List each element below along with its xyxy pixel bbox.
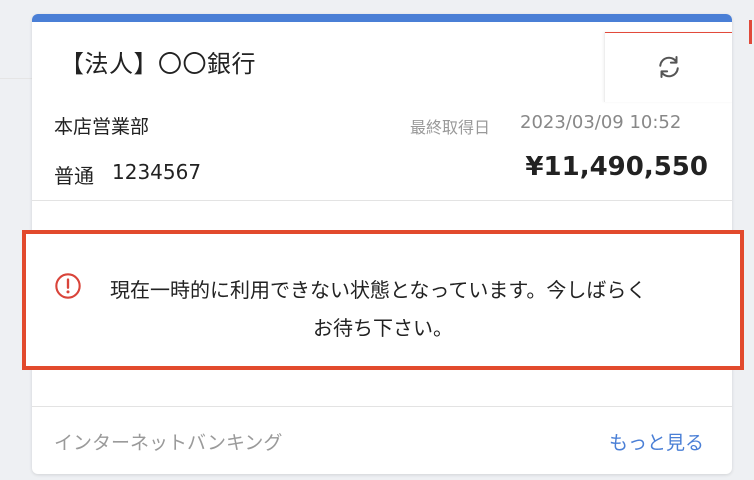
account-type: 普通 [54, 164, 94, 188]
last-fetched-label: 最終取得日 [410, 118, 491, 137]
internet-banking-label: インターネットバンキング [54, 432, 283, 454]
stage: 【法人】〇〇銀行 本店営業部 最終取得日 2023/03/09 10:52 普通… [0, 0, 754, 480]
divider [32, 200, 732, 201]
alert-message-line2: お待ち下さい。 [313, 316, 453, 340]
account-number: 1234567 [112, 160, 202, 184]
last-fetched-value: 2023/03/09 10:52 [520, 112, 682, 133]
bank-title: 【法人】〇〇銀行 [60, 50, 256, 78]
refresh-button[interactable] [604, 32, 732, 102]
divider [32, 406, 732, 407]
more-link[interactable]: もっと見る [609, 428, 704, 455]
background-divider [0, 78, 32, 79]
refresh-icon [659, 56, 679, 78]
warning-circle-icon [55, 273, 81, 299]
card-accent-bar [32, 14, 732, 22]
branch-name: 本店営業部 [54, 116, 150, 138]
error-alert: 現在一時的に利用できない状態となっています。今しばらく お待ち下さい。 [22, 230, 744, 370]
account-balance: ¥11,490,550 [525, 152, 708, 182]
alert-message-line1: 現在一時的に利用できない状態となっています。今しばらく [110, 278, 647, 302]
edge-marker [749, 20, 752, 44]
